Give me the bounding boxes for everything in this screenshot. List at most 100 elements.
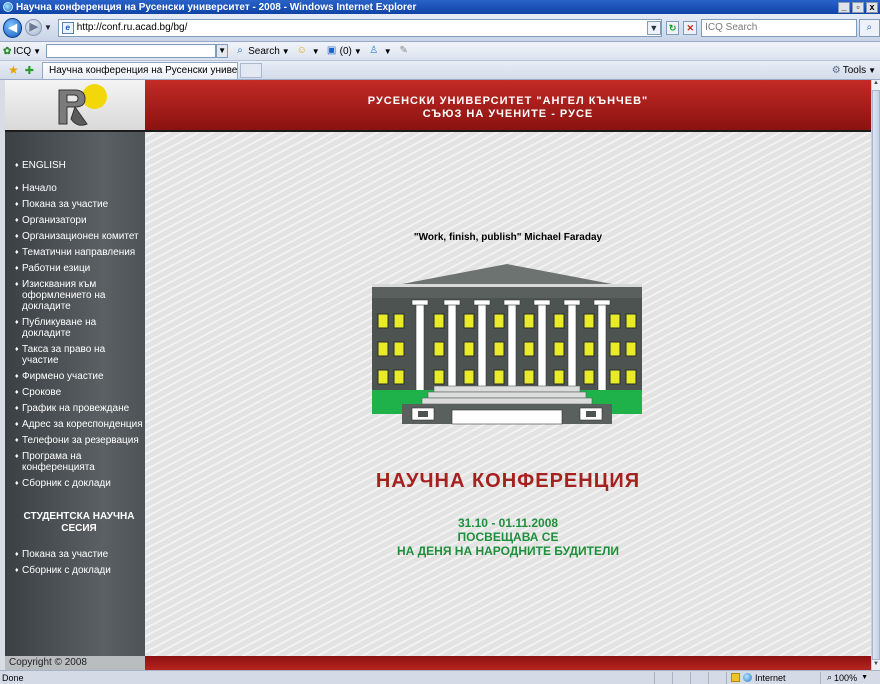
tab-bar: ★ ✚ Научна конференция на Русенски униве… (0, 61, 880, 80)
toolbar-counter-button[interactable]: ▣ (0) ▼ (326, 45, 362, 57)
forward-button[interactable]: ▶ (25, 19, 43, 36)
dedication-line-2: НА ДЕНЯ НА НАРОДНИТЕ БУДИТЕЛИ (396, 544, 620, 558)
sidebar-item-label: Изисквания към оформлението на докладите (22, 279, 106, 312)
diamond-bullet-icon: ♦ (15, 265, 19, 272)
copyright: Copyright © 2008 (5, 656, 145, 670)
sidebar-item-label: Покана за участие (22, 199, 109, 210)
favorites-star-icon[interactable]: ★ (8, 63, 19, 77)
search-input[interactable]: ICQ Search (701, 18, 857, 37)
page-icon: e (61, 21, 74, 34)
vertical-scrollbar[interactable]: ▲ ▼ (871, 80, 880, 670)
sidebar-item-label: Начало (22, 183, 57, 194)
sidebar-item-company[interactable]: ♦ Фирмено участие (15, 371, 143, 382)
diamond-bullet-icon: ♦ (15, 217, 19, 224)
url-dropdown-button[interactable]: ▼ (646, 20, 661, 35)
sidebar-item-english[interactable]: ♦ ENGLISH (15, 160, 143, 171)
sidebar-item-label: Публикуване на докладите (22, 317, 97, 339)
diamond-bullet-icon: ♦ (15, 405, 19, 412)
tools-label: Tools (842, 64, 867, 76)
scroll-up-icon[interactable]: ▲ (872, 80, 880, 89)
search-button[interactable]: ⌕ (858, 18, 880, 37)
diamond-bullet-icon: ♦ (15, 346, 19, 353)
smiley-dropdown-icon: ▼ (311, 46, 320, 56)
toolbar-pen-button[interactable]: ✎ (398, 45, 412, 57)
minimize-button[interactable]: _ (838, 1, 850, 13)
sidebar-item-committee[interactable]: ♦ Организационен комитет (15, 231, 143, 242)
zoom-icon: ⌕ (827, 672, 833, 682)
refresh-button[interactable]: ↻ (665, 20, 680, 35)
toolbar-smiley-button[interactable]: ☺ ▼ (296, 45, 320, 57)
tools-menu-button[interactable]: ⚙ Tools ▼ (832, 65, 876, 76)
sidebar-item-label: Програма на конференцията (22, 451, 95, 473)
restore-button[interactable]: ▫ (852, 1, 864, 13)
icq-menu-dropdown[interactable]: ▼ (33, 47, 41, 56)
new-tab-button[interactable] (239, 62, 262, 78)
sidebar-item-languages[interactable]: ♦ Работни езици (15, 263, 143, 274)
close-button[interactable]: x (866, 1, 878, 13)
sidebar-item-topics[interactable]: ♦ Тематични направления (15, 247, 143, 258)
history-dropdown[interactable]: ▼ (44, 23, 54, 32)
zoom-control[interactable]: ⌕ 100% ▼ (820, 671, 880, 684)
sidebar-item-organizers[interactable]: ♦ Организатори (15, 215, 143, 226)
icq-search-dropdown[interactable]: ▼ (216, 44, 229, 58)
sidebar-item-label: ENGLISH (22, 160, 66, 171)
icq-toolbar: ✿ ICQ ▼ ▼ ⌕ Search ▼ ☺ ▼ ▣ (0) ▼ ♙ ▼ ✎ (0, 42, 880, 61)
sidebar-item-invitation[interactable]: ♦ Покана за участие (15, 199, 143, 210)
icq-search-input[interactable] (46, 44, 217, 58)
logo-cell (5, 80, 145, 132)
sidebar-item-phones[interactable]: ♦ Телефони за резервация (15, 435, 143, 446)
security-zone[interactable]: Internet (726, 671, 820, 684)
add-favorites-icon[interactable]: ✚ (25, 64, 34, 77)
sidebar-item-student-proceedings[interactable]: ♦ Сборник с доклади (15, 565, 143, 576)
counter-dropdown-icon: ▼ (353, 46, 362, 56)
search-icon: ⌕ (237, 45, 243, 56)
main-content: "Work, finish, publish" Michael Faraday (145, 132, 871, 656)
sidebar-item-address[interactable]: ♦ Адрес за кореспонденция (15, 419, 143, 430)
url-text: http://conf.ru.acad.bg/bg/ (76, 22, 188, 33)
sidebar-item-label: Срокове (22, 387, 62, 398)
back-button[interactable]: ◀ (3, 17, 23, 38)
sidebar-item-student-invitation[interactable]: ♦ Покана за участие (15, 549, 143, 560)
sidebar-item-label: Телефони за резервация (22, 435, 139, 446)
university-building-image (372, 264, 642, 425)
diamond-bullet-icon: ♦ (15, 249, 19, 256)
people-dropdown-icon: ▼ (383, 46, 392, 56)
diamond-bullet-icon: ♦ (15, 319, 19, 326)
ie-logo-icon (3, 2, 13, 12)
scroll-down-icon[interactable]: ▼ (872, 661, 880, 670)
icq-label[interactable]: ICQ (13, 46, 31, 57)
sidebar-item-schedule[interactable]: ♦ График на провеждане (15, 403, 143, 414)
mail-icon: ▣ (326, 45, 337, 56)
zone-label: Internet (755, 672, 786, 683)
search-dropdown-icon: ▼ (281, 46, 290, 56)
toolbar-people-button[interactable]: ♙ ▼ (368, 45, 392, 57)
university-name: РУСЕНСКИ УНИВЕРСИТЕТ "АНГЕЛ КЪНЧЕВ" (367, 95, 649, 107)
status-cell (708, 671, 726, 684)
sidebar-item-requirements[interactable]: ♦ Изисквания към оформлението на докладит… (15, 279, 143, 312)
pen-icon: ✎ (399, 45, 408, 56)
sidebar-item-publishing[interactable]: ♦ Публикуване на докладите (15, 317, 143, 339)
diamond-bullet-icon: ♦ (15, 281, 19, 288)
sidebar-item-label: Организационен комитет (22, 231, 139, 242)
search-placeholder: ICQ Search (705, 22, 758, 33)
sidebar-item-fee[interactable]: ♦ Такса за право на участие (15, 344, 143, 366)
sidebar-item-home[interactable]: ♦ Начало (15, 183, 143, 194)
university-logo (58, 89, 88, 126)
zoom-level: 100% (834, 672, 858, 683)
conference-dates: 31.10 - 01.11.2008 (457, 516, 559, 530)
sidebar-item-deadlines[interactable]: ♦ Срокове (15, 387, 143, 398)
url-field[interactable]: e http://conf.ru.acad.bg/bg/ ▼ (57, 18, 662, 37)
diamond-bullet-icon: ♦ (15, 233, 19, 240)
toolbar-search-button[interactable]: ⌕ Search ▼ (234, 45, 290, 57)
faraday-quote: "Work, finish, publish" Michael Faraday (413, 232, 603, 243)
sidebar-item-program[interactable]: ♦ Програма на конференцията (15, 451, 143, 473)
smiley-icon: ☺ (296, 45, 307, 56)
scrollbar-thumb[interactable] (872, 90, 880, 660)
diamond-bullet-icon: ♦ (15, 480, 19, 487)
stop-button[interactable]: ✕ (683, 20, 698, 35)
status-cell (690, 671, 708, 684)
sidebar-menu: ♦ ENGLISH ♦ Начало ♦ Покана за участие ♦ Ор… (15, 160, 143, 581)
tab-active[interactable]: Научна конференция на Русенски университ… (41, 61, 238, 79)
conference-dates-block: 31.10 - 01.11.2008 ПОСВЕЩАВА СЕ НА ДЕНЯ … (145, 516, 871, 558)
sidebar-item-proceedings[interactable]: ♦ Сборник с доклади (15, 478, 143, 489)
